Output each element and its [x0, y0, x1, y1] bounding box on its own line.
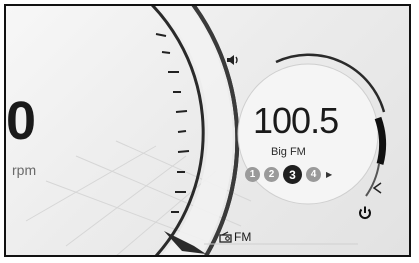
- power-icon[interactable]: [357, 205, 373, 226]
- preset-list: 1 2 3 4 ▶: [245, 165, 332, 184]
- rpm-value: 0: [6, 91, 36, 151]
- preset-4-button[interactable]: 4: [306, 167, 321, 182]
- radio-frequency: 100.5: [253, 100, 339, 141]
- tachometer-gauge: [25, 6, 387, 255]
- tachometer-ticks: [155, 33, 190, 213]
- station-name: Big FM: [271, 146, 306, 158]
- instrument-cluster-display: 0 rpm 100.5 Big FM 1 2 3 4 ▶ FM: [4, 4, 411, 257]
- preset-2-button[interactable]: 2: [264, 167, 279, 182]
- radio-icon: [219, 231, 232, 243]
- volume-triangle-icon[interactable]: [371, 181, 383, 200]
- rpm-unit-label: rpm: [12, 162, 37, 178]
- speaker-icon[interactable]: [225, 52, 241, 73]
- radio-source[interactable]: FM: [219, 230, 251, 244]
- preset-3-button[interactable]: 3: [283, 165, 302, 184]
- band-label: FM: [234, 230, 252, 244]
- preset-1-button[interactable]: 1: [245, 167, 260, 182]
- play-arrow-icon[interactable]: ▶: [326, 170, 332, 179]
